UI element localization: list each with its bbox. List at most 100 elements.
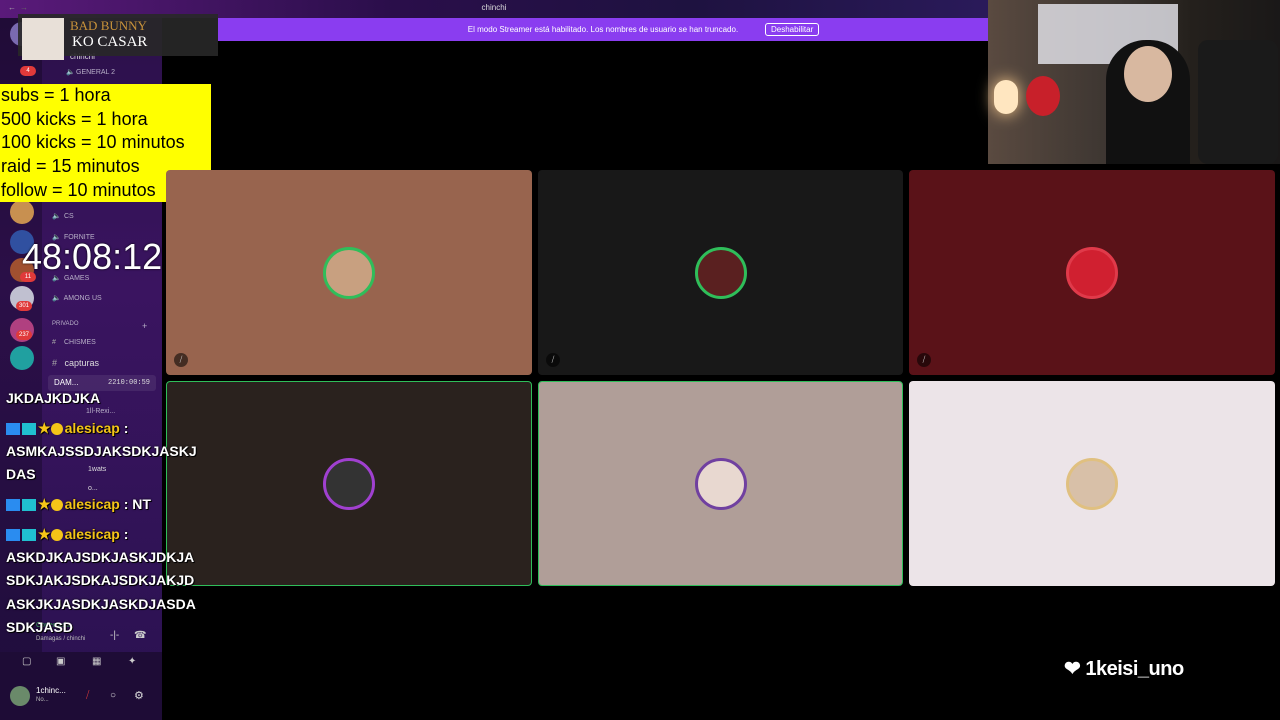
participant-avatar <box>1066 246 1118 299</box>
webcam-overlay <box>988 0 1280 164</box>
rule-line: 500 kicks = 1 hora <box>1 108 148 129</box>
chat-message: ★ alesicap : <box>6 526 128 543</box>
muted-icon: ⧸ <box>546 353 560 367</box>
rule-line: subs = 1 hora <box>1 85 111 105</box>
now-playing-song: KO CASAR <box>72 34 148 50</box>
channel-timer: 2210:00:59 <box>108 379 151 387</box>
participant-avatar <box>1066 457 1118 510</box>
chat-line: ASKDJKAJSDKJASKJDKJA <box>6 549 195 565</box>
chat-line: ASMKAJSSDJAKSDKJASKJ <box>6 443 197 459</box>
speaker-icon: 🔈 <box>52 295 61 302</box>
chat-line: DAS <box>6 466 36 482</box>
chat-text: : <box>123 526 129 542</box>
window-title: chinchi <box>481 3 507 12</box>
star-icon: ★ <box>38 420 51 436</box>
participant-avatar <box>694 246 747 299</box>
subathon-timer: 48:08:12 <box>22 236 163 277</box>
voice-channel[interactable]: 🔈 CS <box>52 212 74 220</box>
follower-name: 1keisi_uno <box>1085 658 1184 680</box>
chat-username: alesicap <box>64 526 120 542</box>
streamer-mode-banner: El modo Streamer está habilitado. Los no… <box>218 18 988 41</box>
mic-muted-icon[interactable]: ⧸ <box>86 690 89 701</box>
chat-text: : NT <box>123 496 151 512</box>
chat-username: alesicap <box>64 420 120 436</box>
chat-line: ASKJKJASDKJASKDJASDA <box>6 596 196 612</box>
unread-badge: 237 <box>16 330 32 340</box>
participant-tile[interactable]: ⧸ <box>909 170 1275 375</box>
chat-line: JKDAJKDJKA <box>6 390 101 406</box>
server-icon[interactable] <box>10 200 34 224</box>
participant-avatar <box>323 457 375 510</box>
badge-icon <box>22 499 36 512</box>
soundboard-icon[interactable]: ‐|‐ <box>110 630 119 641</box>
participant-avatar <box>323 246 375 299</box>
chat-username: alesicap <box>64 496 120 512</box>
badge-icon <box>6 529 20 542</box>
latest-follower: ❤ 1keisi_uno <box>1064 656 1184 681</box>
screen-share-icon[interactable]: ▣ <box>56 656 65 667</box>
active-channel-label: DAM... <box>54 378 79 387</box>
participant-tile[interactable] <box>166 381 532 586</box>
participant-tile[interactable]: ⧸ <box>538 170 903 375</box>
speaker-icon: 🔈 <box>66 69 75 76</box>
sub-badge-icon <box>50 529 63 542</box>
unread-badge: 301 <box>16 301 32 311</box>
soundboard-effects-icon[interactable]: ✦ <box>128 656 136 667</box>
hash-icon: # <box>52 339 56 346</box>
now-playing-artist: BAD BUNNY <box>70 18 147 33</box>
participant-tile[interactable] <box>538 381 903 586</box>
chat-line: SDKJASD <box>6 619 73 635</box>
muted-icon: ⧸ <box>917 353 931 367</box>
star-icon: ★ <box>38 496 51 512</box>
album-art <box>22 18 64 60</box>
active-voice-channel[interactable]: DAM... 2210:00:59 <box>48 375 156 391</box>
heart-icon: ❤ <box>1064 658 1081 680</box>
user-name: 1chinc... <box>36 686 66 695</box>
sub-badge-icon <box>50 499 63 512</box>
user-status: No... <box>36 697 49 703</box>
add-channel-icon[interactable]: + <box>142 321 147 331</box>
badge-icon <box>22 529 36 542</box>
server-icon[interactable] <box>10 346 34 370</box>
badge-icon <box>6 499 20 512</box>
activities-icon[interactable]: ▦ <box>92 656 101 667</box>
chat-line: SDKJAKJSDKAJSDKJAKJD <box>6 572 195 588</box>
voice-member[interactable]: o... <box>88 485 98 492</box>
streamer-face <box>1124 46 1172 102</box>
participant-tile[interactable] <box>909 381 1275 586</box>
badge-icon <box>22 423 36 436</box>
sub-badge-icon <box>50 423 63 436</box>
rule-line: 100 kicks = 10 minutos <box>1 132 185 153</box>
participant-tile[interactable]: ⧸ <box>166 170 532 375</box>
chair <box>1198 40 1278 164</box>
voice-sub: Damagas / chinchi <box>36 636 86 642</box>
star-icon: ★ <box>38 526 51 542</box>
disconnect-icon[interactable]: ☎ <box>134 630 146 641</box>
banner-text: El modo Streamer está habilitado. Los no… <box>467 25 739 34</box>
text-channel[interactable]: # CHISMES <box>52 339 96 346</box>
user-panel: Conectada Damagas / chinchi ‐|‐ ☎ ▢ ▣ ▦ … <box>0 622 162 720</box>
chat-text: : <box>123 420 129 436</box>
category-header[interactable]: PRIVADO <box>52 321 79 327</box>
badge-icon <box>6 423 20 436</box>
settings-gear-icon[interactable]: ⚙ <box>134 689 144 702</box>
unread-badge: 4 <box>20 66 36 76</box>
now-playing-widget: BAD BUNNY KO CASAR <box>18 14 218 60</box>
video-off-icon[interactable]: ▢ <box>22 656 31 667</box>
lamp <box>994 80 1018 114</box>
chat-message: ★ alesicap : NT <box>6 496 151 513</box>
hash-icon: # <box>52 358 58 368</box>
voice-member[interactable]: 1ll-Rexi... <box>86 408 115 415</box>
speaker-icon: 🔈 <box>52 213 61 220</box>
headphones-icon[interactable]: ○ <box>110 690 116 701</box>
voice-channel[interactable]: 🔈GENERAL 2 <box>66 68 115 76</box>
user-avatar[interactable] <box>10 686 30 706</box>
disable-streamer-mode-button[interactable]: Deshabilitar <box>765 23 820 36</box>
voice-member[interactable]: 1wats <box>88 466 106 473</box>
chat-message: ★ alesicap : <box>6 420 128 437</box>
spiderman-figure <box>1026 76 1060 116</box>
muted-icon: ⧸ <box>174 353 188 367</box>
text-channel[interactable]: # capturas <box>52 358 99 368</box>
participant-avatar <box>694 457 747 510</box>
voice-channel[interactable]: 🔈 AMONG US <box>52 294 102 302</box>
